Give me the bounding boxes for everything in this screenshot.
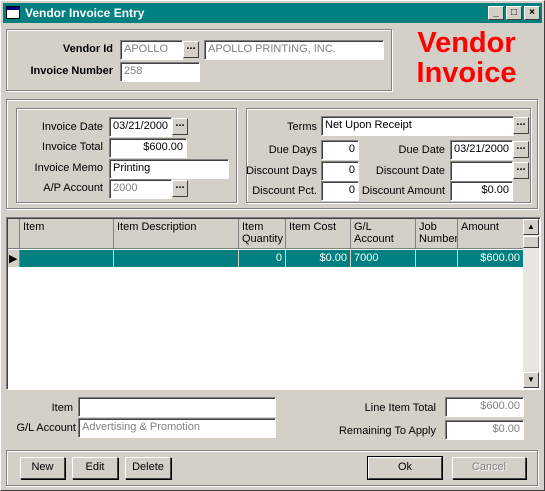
invoice-line-items-grid[interactable]: Item Item Description Item Quantity Item… — [6, 217, 541, 390]
column-header-item-quantity[interactable]: Item Quantity — [239, 219, 286, 249]
row-selector-header — [8, 219, 20, 249]
vendor-id-field[interactable]: APOLLO — [120, 40, 183, 60]
maximize-button[interactable]: □ — [506, 6, 522, 20]
vendor-id-lookup-button[interactable]: ... — [183, 41, 199, 58]
delete-button[interactable]: Delete — [125, 457, 171, 479]
invoice-number-field[interactable]: 258 — [120, 62, 200, 82]
due-date-picker-button[interactable]: ... — [513, 141, 529, 158]
scroll-thumb[interactable] — [523, 236, 539, 248]
close-button[interactable]: × — [524, 6, 540, 20]
column-header-amount[interactable]: Amount — [458, 219, 524, 249]
discount-days-field[interactable]: 0 — [321, 161, 359, 181]
remaining-to-apply-label: Remaining To Apply — [338, 425, 436, 437]
invoice-memo-label: Invoice Memo — [34, 162, 103, 174]
grid-cell-item-description[interactable] — [114, 250, 239, 267]
detail-item-label: Item — [51, 402, 73, 414]
vendor-invoice-heading: Vendor Invoice — [399, 28, 534, 88]
vendor-name-field: APOLLO PRINTING, INC. — [204, 40, 384, 60]
remaining-to-apply-field: $0.00 — [445, 420, 524, 440]
grid-vertical-scrollbar[interactable]: ▲ ▼ — [523, 219, 539, 388]
column-header-item-description[interactable]: Item Description — [114, 219, 239, 249]
cancel-button[interactable]: Cancel — [452, 457, 526, 479]
title-bar[interactable]: Vendor Invoice Entry _ □ × — [3, 3, 542, 23]
discount-date-field[interactable] — [450, 161, 513, 181]
grid-cell-item-cost[interactable]: $0.00 — [286, 250, 351, 267]
detail-item-field[interactable] — [78, 397, 276, 417]
column-header-job-number[interactable]: Job Number — [416, 219, 458, 249]
invoice-date-picker-button[interactable]: ... — [172, 118, 188, 135]
due-date-field[interactable]: 03/21/2000 — [450, 140, 513, 160]
invoice-total-label: Invoice Total — [42, 141, 103, 153]
column-header-item[interactable]: Item — [20, 219, 114, 249]
grid-cell-item-quantity[interactable]: 0 — [239, 250, 286, 267]
terms-label: Terms — [287, 121, 317, 133]
vendor-invoice-window: Vendor Invoice Entry _ □ × Vendor Id APO… — [0, 0, 545, 491]
line-item-total-label: Line Item Total — [364, 402, 436, 414]
discount-date-label: Discount Date — [375, 165, 445, 177]
invoice-date-label: Invoice Date — [41, 121, 103, 133]
detail-gl-account-label: G/L Account — [16, 422, 76, 434]
invoice-number-label: Invoice Number — [30, 65, 113, 77]
heading-line-1: Vendor — [417, 27, 516, 59]
new-button[interactable]: New — [20, 457, 65, 479]
scroll-down-arrow-icon[interactable]: ▼ — [523, 372, 539, 388]
grid-cell-gl-account[interactable]: 7000 — [351, 250, 416, 267]
due-days-label: Due Days — [268, 144, 317, 156]
grid-cell-amount[interactable]: $600.00 — [458, 250, 524, 267]
terms-field[interactable]: Net Upon Receipt — [321, 116, 514, 136]
minimize-button[interactable]: _ — [488, 6, 504, 20]
column-header-item-cost[interactable]: Item Cost — [286, 219, 351, 249]
grid-cell-job-number[interactable] — [416, 250, 458, 267]
row-selector-arrow-icon[interactable]: ▶ — [8, 250, 20, 267]
window-title: Vendor Invoice Entry — [25, 6, 145, 20]
heading-line-2: Invoice — [416, 57, 517, 89]
discount-amount-label: Discount Amount — [361, 185, 445, 197]
scroll-up-arrow-icon[interactable]: ▲ — [523, 219, 539, 235]
grid-cell-item[interactable] — [20, 250, 114, 267]
discount-days-label: Discount Days — [246, 165, 317, 177]
invoice-total-field[interactable]: $600.00 — [109, 138, 187, 158]
line-item-total-field: $600.00 — [445, 397, 524, 417]
edit-button[interactable]: Edit — [72, 457, 118, 479]
column-header-gl-account[interactable]: G/L Account — [351, 219, 416, 249]
discount-date-picker-button[interactable]: ... — [513, 162, 529, 179]
ok-button[interactable]: Ok — [367, 456, 443, 480]
terms-lookup-button[interactable]: ... — [513, 117, 529, 134]
ap-account-field[interactable]: 2000 — [109, 179, 172, 199]
ap-account-label: A/P Account — [43, 182, 103, 194]
discount-amount-field[interactable]: $0.00 — [450, 181, 513, 201]
due-date-label: Due Date — [398, 144, 445, 156]
discount-pct-label: Discount Pct. — [252, 185, 317, 197]
detail-gl-account-field: Advertising & Promotion — [78, 418, 276, 438]
due-days-field[interactable]: 0 — [321, 140, 359, 160]
vendor-id-label: Vendor Id — [62, 43, 113, 55]
ap-account-lookup-button[interactable]: ... — [172, 180, 188, 197]
invoice-date-field[interactable]: 03/21/2000 — [109, 117, 172, 137]
app-window-icon — [6, 6, 20, 19]
invoice-memo-field[interactable]: Printing — [109, 159, 229, 179]
